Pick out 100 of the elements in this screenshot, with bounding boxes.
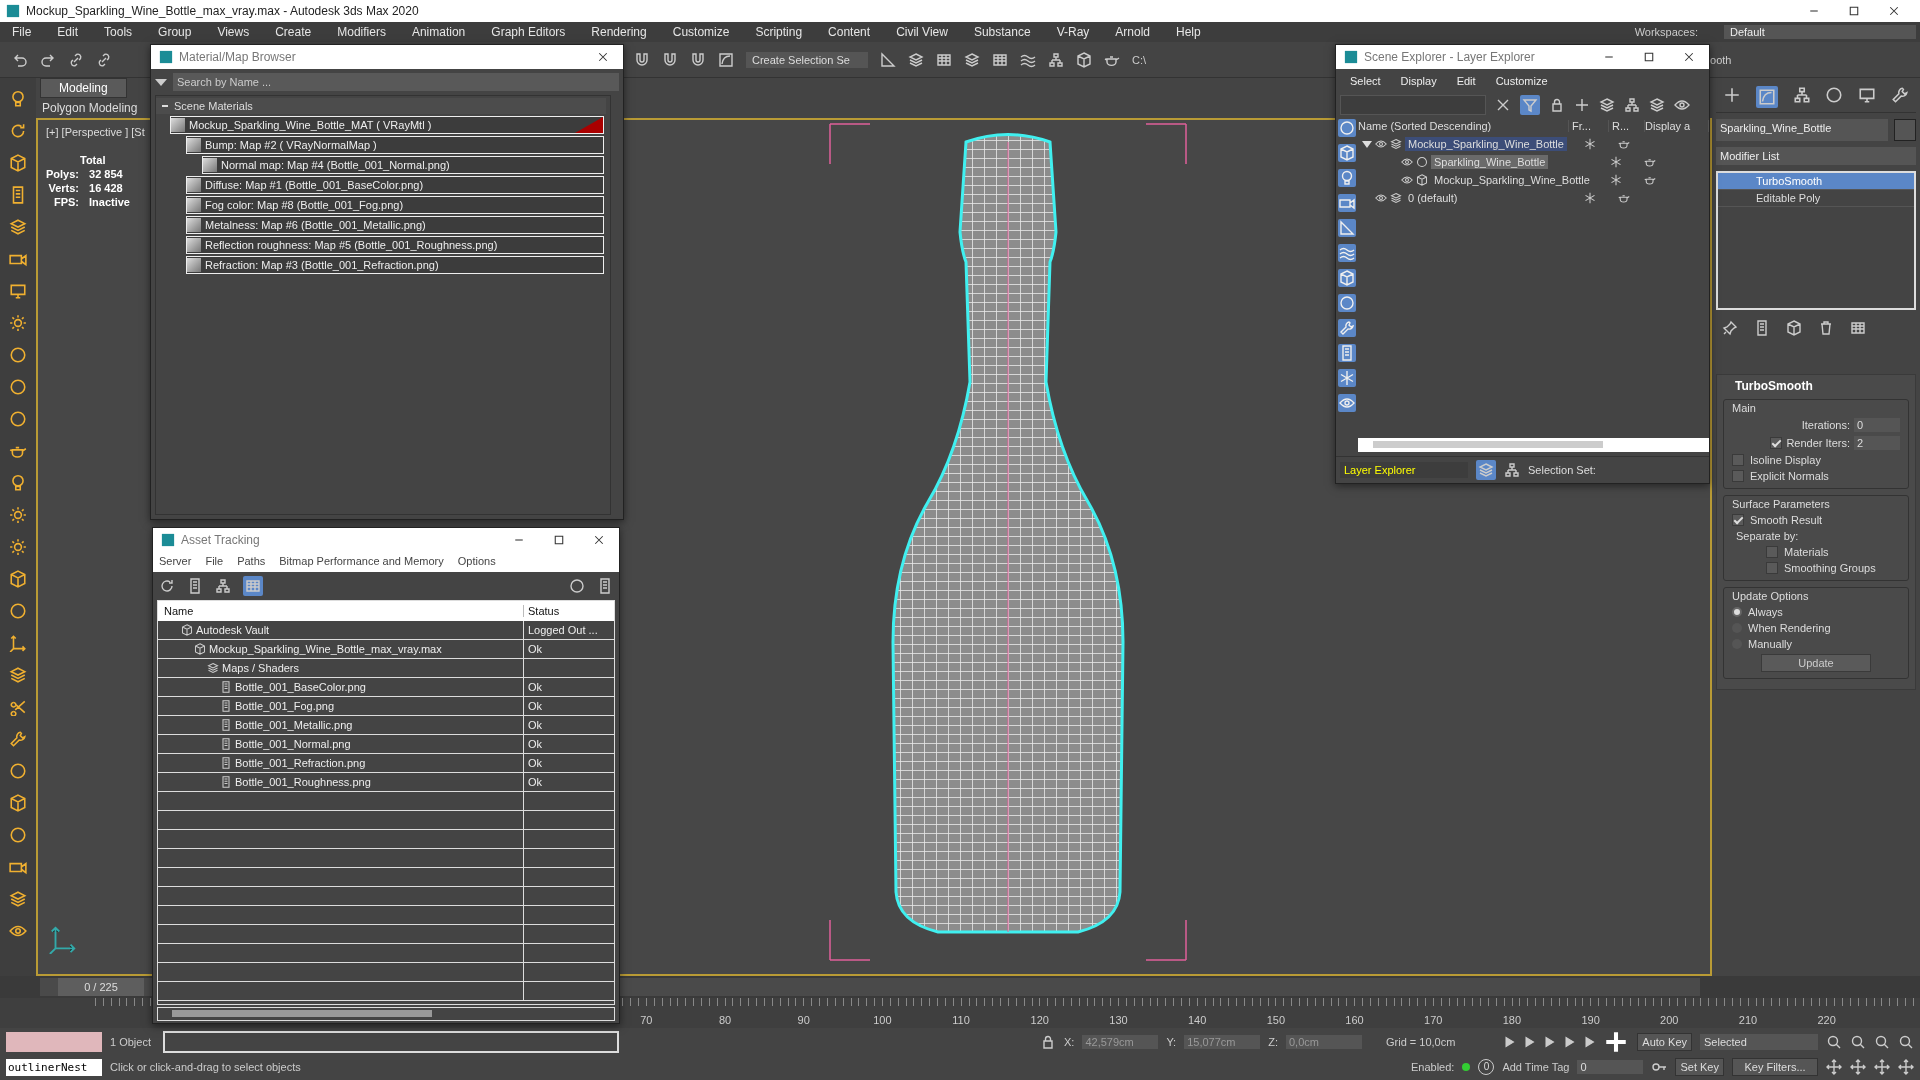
plus-icon[interactable] <box>1723 86 1742 104</box>
layers-icon[interactable] <box>1599 97 1615 113</box>
explorer-mode-dropdown[interactable]: Layer Explorer <box>1340 462 1468 478</box>
menu-item[interactable]: Arnold <box>1115 25 1150 39</box>
menu-item[interactable]: Tools <box>104 25 133 39</box>
magnet-icon[interactable] <box>662 51 678 68</box>
table-icon[interactable] <box>243 576 263 596</box>
document-icon[interactable] <box>1338 344 1356 362</box>
checkbox[interactable] <box>1732 470 1744 482</box>
wrench-icon[interactable] <box>1890 86 1909 104</box>
cube-icon[interactable] <box>1338 269 1356 287</box>
bulb-icon[interactable] <box>9 474 27 492</box>
checkbox[interactable] <box>1732 514 1744 526</box>
teapot-icon[interactable] <box>1644 156 1656 168</box>
asset-name[interactable]: Autodesk Vault <box>196 624 270 636</box>
menu-item[interactable]: Display <box>1400 75 1437 87</box>
add-time-tag-button[interactable]: Add Time Tag <box>1502 1061 1570 1073</box>
menu-item[interactable]: Content <box>828 25 871 39</box>
table-icon[interactable] <box>1850 320 1866 336</box>
close-icon[interactable] <box>1495 97 1511 113</box>
ribbon-subtab[interactable]: Polygon Modeling <box>40 98 140 118</box>
menu-item[interactable]: File <box>12 25 32 39</box>
column-header[interactable]: Name (Sorted Descending) <box>1358 120 1569 132</box>
teapot-icon[interactable] <box>1644 174 1656 186</box>
cube-icon[interactable] <box>9 154 27 172</box>
document-icon[interactable] <box>187 578 203 594</box>
asset-name[interactable]: Bottle_001_Roughness.png <box>235 776 371 788</box>
teapot-icon[interactable] <box>1618 138 1630 150</box>
iterations-spinner[interactable]: 0 <box>1854 418 1900 432</box>
cube-icon[interactable] <box>1076 51 1092 68</box>
auto-key-button[interactable]: Auto Key <box>1637 1033 1692 1051</box>
material-tree-item[interactable]: Mockup_Sparkling_Wine_Bottle_MAT ( VRayMtl ) <box>170 116 604 134</box>
snowflake-icon[interactable] <box>1610 174 1622 186</box>
lock-icon[interactable] <box>1040 1034 1056 1050</box>
triangle-icon[interactable] <box>880 51 896 68</box>
column-header[interactable]: Name <box>158 605 524 617</box>
column-header[interactable]: R... <box>1609 120 1645 132</box>
wrench-icon[interactable] <box>1338 319 1356 337</box>
horizontal-scrollbar[interactable] <box>157 1007 615 1021</box>
material-tree-item[interactable]: Normal map: Map #4 (Bottle_001_Normal.png) <box>202 156 604 174</box>
menu-item[interactable]: Rendering <box>591 25 647 39</box>
modifier-item[interactable]: TurboSmooth <box>1718 173 1914 190</box>
eye-icon[interactable] <box>1375 138 1387 150</box>
layers-icon[interactable] <box>9 890 27 908</box>
waves-icon[interactable] <box>1338 244 1356 262</box>
search-icon[interactable] <box>1874 1034 1890 1050</box>
menu-item[interactable]: V-Ray <box>1056 25 1090 39</box>
column-header[interactable]: Status <box>524 605 614 617</box>
cube-icon[interactable] <box>1338 144 1356 162</box>
search-field[interactable]: Search by Name ... <box>173 73 619 91</box>
menu-item[interactable]: Select <box>1350 75 1381 87</box>
viewport-label[interactable]: [+] [Perspective ] [St <box>46 126 145 138</box>
teapot-icon[interactable] <box>1618 192 1630 204</box>
menu-item[interactable]: Modifiers <box>337 25 386 39</box>
move-icon[interactable] <box>1850 1059 1866 1075</box>
refresh-icon[interactable] <box>9 122 27 140</box>
layers-icon[interactable] <box>964 51 980 68</box>
hierarchy-icon[interactable] <box>1048 51 1064 68</box>
document-icon[interactable] <box>597 578 613 594</box>
menu-item[interactable]: Options <box>457 555 496 567</box>
hierarchy-icon[interactable] <box>215 578 231 594</box>
table-icon[interactable] <box>992 51 1008 68</box>
link-icon[interactable] <box>96 51 112 68</box>
group-header[interactable]: Scene Materials <box>156 98 606 114</box>
radio-button[interactable] <box>1732 607 1742 617</box>
snowflake-icon[interactable] <box>1584 138 1596 150</box>
render-iters-spinner[interactable]: 2 <box>1854 436 1900 450</box>
axis-icon[interactable] <box>9 634 27 652</box>
scene-tree-item[interactable]: Sparkling_Wine_Bottle <box>1431 155 1549 169</box>
curve-icon[interactable] <box>718 51 734 68</box>
close-icon[interactable] <box>593 534 605 546</box>
menu-item[interactable]: Help <box>1176 25 1201 39</box>
maximize-icon[interactable] <box>553 534 565 546</box>
hierarchy-icon[interactable] <box>1504 462 1520 478</box>
cube-icon[interactable] <box>9 570 27 588</box>
workspace-dropdown[interactable]: Default <box>1724 25 1916 39</box>
asset-name[interactable]: Bottle_001_Refraction.png <box>235 757 366 769</box>
asset-name[interactable]: Mockup_Sparkling_Wine_Bottle_max_vray.max <box>209 643 442 655</box>
column-header[interactable]: Display a <box>1645 120 1709 132</box>
hierarchy-icon[interactable] <box>1624 97 1640 113</box>
modifier-list-dropdown[interactable]: Modifier List <box>1716 147 1916 165</box>
bulb-icon[interactable] <box>1338 169 1356 187</box>
menu-item[interactable]: Server <box>159 555 192 567</box>
scissors-icon[interactable] <box>9 698 27 716</box>
eye-icon[interactable] <box>1375 192 1387 204</box>
sun-icon[interactable] <box>9 314 27 332</box>
menu-item[interactable]: Animation <box>411 25 466 39</box>
material-tree-item[interactable]: Fog color: Map #8 (Bottle_001_Fog.png) <box>186 196 604 214</box>
snowflake-icon[interactable] <box>1338 369 1356 387</box>
sphere-icon[interactable] <box>1338 294 1356 312</box>
asset-name[interactable]: Bottle_001_Fog.png <box>235 700 335 712</box>
link-icon[interactable] <box>68 51 84 68</box>
time-slider-thumb[interactable]: 0 / 225 <box>58 978 144 996</box>
lock-icon[interactable] <box>1549 97 1565 113</box>
rollout-title[interactable]: TurboSmooth <box>1723 379 1909 393</box>
search-field[interactable] <box>1340 95 1486 115</box>
menu-item[interactable]: Edit <box>1456 75 1476 87</box>
magnet-icon[interactable] <box>690 51 706 68</box>
prompt-field[interactable] <box>162 1031 619 1053</box>
trash-icon[interactable] <box>1818 320 1834 336</box>
